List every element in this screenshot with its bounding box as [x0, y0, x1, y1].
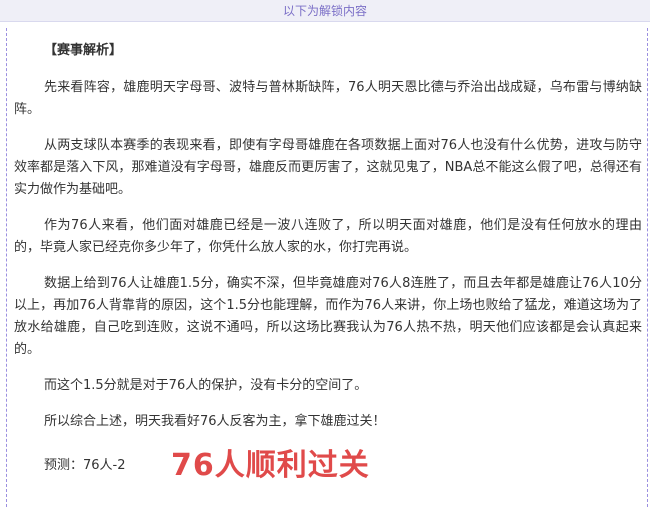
left-dashed-border — [6, 28, 7, 507]
prediction-row: 预测：76人-2 76人顺利过关 — [14, 447, 642, 491]
paragraph-lineup: 先来看阵容，雄鹿明天字母哥、波特与普林斯缺阵，76人明天恩比德与乔治出战成疑，乌… — [14, 80, 642, 117]
unlocked-content-banner: 以下为解锁内容 — [0, 0, 650, 22]
paragraph-protection: 而这个1.5分就是对于76人的保护，没有卡分的空间了。 — [44, 378, 368, 393]
section-title: 【赛事解析】 — [44, 43, 123, 58]
article-body: 【赛事解析】 先来看阵容，雄鹿明天字母哥、波特与普林斯缺阵，76人明天恩比德与乔… — [14, 40, 642, 491]
paragraph-conclusion: 所以综合上述，明天我看好76人反客为主，拿下雄鹿过关！ — [44, 414, 386, 429]
paragraph-76ers-view: 作为76人来看，他们面对雄鹿已经是一波八连败了，所以明天面对雄鹿，他们是没有任何… — [14, 218, 642, 255]
right-dashed-border — [647, 28, 648, 507]
paragraph-season-performance: 从两支球队本赛季的表现来看，即使有字母哥雄鹿在各项数据上面对76人也没有什么优势… — [14, 138, 642, 197]
verdict-headline: 76人顺利过关 — [171, 448, 370, 483]
page: 以下为解锁内容 【赛事解析】 先来看阵容，雄鹿明天字母哥、波特与普林斯缺阵，76… — [0, 0, 650, 507]
prediction-text: 预测：76人-2 — [44, 458, 126, 473]
paragraph-handicap-data: 数据上给到76人让雄鹿1.5分，确实不深，但毕竟雄鹿对76人8连胜了，而且去年都… — [14, 276, 642, 357]
